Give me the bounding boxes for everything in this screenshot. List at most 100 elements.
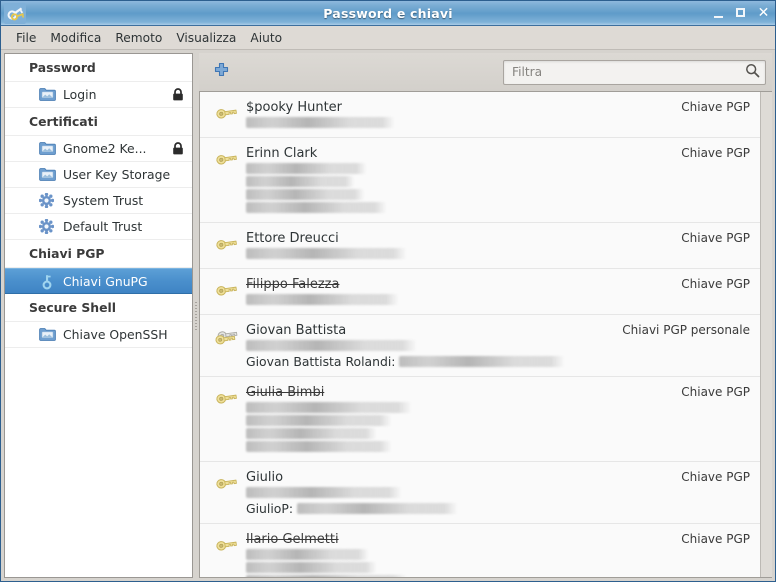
sidebar-item-label: System Trust: [63, 193, 144, 208]
lock-icon: [172, 88, 184, 101]
sidebar-item-login[interactable]: Login: [5, 82, 192, 108]
key-uid-label: Giovan Battista Rolandi:: [246, 353, 396, 369]
redacted-text-line: [246, 294, 398, 305]
redacted-text-line: [246, 340, 416, 351]
redacted-text-line: [246, 415, 391, 426]
key-name: Giulio: [246, 470, 284, 485]
vertical-scrollbar[interactable]: [760, 92, 772, 577]
sidebar-group-header: Chiavi PGP: [5, 240, 192, 268]
plus-icon: [213, 62, 230, 82]
key-icon: [212, 276, 242, 307]
sidebar-item-label: Chiave OpenSSH: [63, 327, 168, 342]
key-icon: [212, 531, 242, 577]
key-list-container: $pooky Hunter Chiave PGP Erinn Clark Chiave…: [199, 91, 772, 578]
title-bar: Password e chiavi ✕: [1, 1, 775, 26]
key-type-label: Chiave PGP: [681, 100, 750, 114]
key-uid-labeled-line: GiulioP:: [246, 500, 667, 516]
key-list-row[interactable]: Ilario Gelmetti Chiave PGP: [200, 524, 760, 577]
redacted-text-line: [246, 248, 406, 259]
key-uid-redacted-lines: [246, 340, 608, 351]
key-row-body: $pooky Hunter: [242, 99, 667, 130]
main-panel: $pooky Hunter Chiave PGP Erinn Clark Chiave…: [199, 53, 772, 578]
key-list-row[interactable]: Erinn Clark Chiave PGP: [200, 138, 760, 223]
menu-bar: File Modifica Remoto Visualizza Aiuto: [1, 26, 775, 50]
key-list-row[interactable]: Giulio GiulioP: Chiave PGP: [200, 462, 760, 524]
key-uid-label: GiulioP:: [246, 500, 294, 516]
redacted-text-line: [246, 428, 376, 439]
search-icon: [745, 63, 760, 81]
key-list: $pooky Hunter Chiave PGP Erinn Clark Chiave…: [200, 92, 760, 577]
key-row-body: Ilario Gelmetti: [242, 531, 667, 577]
redacted-text-line: [246, 117, 394, 128]
redacted-text-line: [246, 549, 368, 560]
sidebar-item-label: Gnome2 Ke...: [63, 141, 147, 156]
redacted-text-line: [297, 502, 458, 514]
maximize-icon[interactable]: [735, 7, 748, 20]
sidebar-group-header: Secure Shell: [5, 294, 192, 322]
gear-icon: [38, 218, 56, 235]
key-name: Giulia Bimbi: [246, 385, 325, 400]
toolbar: [199, 53, 772, 91]
sidebar-item-gnome2-ke[interactable]: Gnome2 Ke...: [5, 136, 192, 162]
sidebar-item-user-key-storage[interactable]: User Key Storage: [5, 162, 192, 188]
sidebar-item-chiave-openssh[interactable]: Chiave OpenSSH: [5, 322, 192, 348]
key-name: Erinn Clark: [246, 146, 318, 161]
folder-icon: [39, 141, 56, 156]
folder-icon: [39, 87, 56, 102]
key-name: Giovan Battista: [246, 323, 347, 338]
key-list-row[interactable]: Filippo Falezza Chiave PGP: [200, 269, 760, 315]
sidebar-item-label: Default Trust: [63, 219, 143, 234]
key-name: Ettore Dreucci: [246, 231, 339, 246]
key-icon: [212, 230, 242, 261]
key-list-row[interactable]: $pooky Hunter Chiave PGP: [200, 92, 760, 138]
key-list-row[interactable]: Giulia Bimbi Chiave PGP: [200, 377, 760, 462]
sidebar-item-chiavi-gnupg[interactable]: Chiavi GnuPG: [5, 268, 192, 294]
sidebar-item-default-trust[interactable]: Default Trust: [5, 214, 192, 240]
redacted-text-line: [246, 575, 406, 577]
filter-search-box[interactable]: [503, 59, 766, 85]
window-controls: ✕: [713, 1, 770, 26]
key-row-body: Ettore Dreucci: [242, 230, 667, 261]
key-row-body: Erinn Clark: [242, 145, 667, 215]
key-type-label: Chiave PGP: [681, 385, 750, 399]
key-row-body: Giovan Battista Giovan Battista Rolandi:: [242, 322, 608, 369]
key-list-row[interactable]: Ettore Dreucci Chiave PGP: [200, 223, 760, 269]
sidebar-group-header: Certificati: [5, 108, 192, 136]
redacted-text-line: [246, 402, 411, 413]
minimize-icon[interactable]: [713, 7, 726, 20]
sidebar-panel: Password Login Certificati Gnome2 Ke... User…: [4, 53, 193, 578]
sidebar-group-header: Password: [5, 54, 192, 82]
keyring-icon: [4, 2, 26, 24]
window-title: Password e chiavi: [323, 5, 453, 21]
key-row-body: Giulia Bimbi: [242, 384, 667, 454]
key-blue-icon: [39, 274, 56, 289]
sidebar: Password Login Certificati Gnome2 Ke... User…: [4, 53, 193, 578]
redacted-text-line: [246, 487, 401, 498]
key-type-label: Chiave PGP: [681, 470, 750, 484]
key-type-label: Chiave PGP: [681, 146, 750, 160]
lock-icon: [172, 142, 184, 155]
key-uid-labeled-line: Giovan Battista Rolandi:: [246, 353, 608, 369]
sidebar-item-label: Login: [63, 87, 97, 102]
key-icon: [212, 384, 242, 454]
search-input[interactable]: [512, 65, 745, 79]
folder-icon: [39, 167, 56, 182]
redacted-text-line: [246, 441, 391, 452]
key-name: $pooky Hunter: [246, 100, 343, 115]
key-uid-redacted-lines: [246, 163, 667, 213]
key-uid-redacted-lines: [246, 117, 667, 128]
close-icon[interactable]: ✕: [757, 6, 770, 20]
key-type-label: Chiavi PGP personale: [622, 323, 750, 337]
menu-visualizza[interactable]: Visualizza: [169, 29, 243, 47]
key-list-row[interactable]: Giovan Battista Giovan Battista Rolandi: C…: [200, 315, 760, 377]
sidebar-item-label: Chiavi GnuPG: [63, 273, 148, 289]
menu-modifica[interactable]: Modifica: [43, 29, 108, 47]
menu-file[interactable]: File: [9, 29, 43, 47]
redacted-text-line: [246, 562, 376, 573]
sidebar-item-system-trust[interactable]: System Trust: [5, 188, 192, 214]
key-uid-redacted-lines: [246, 402, 667, 452]
menu-remoto[interactable]: Remoto: [108, 29, 169, 47]
add-key-button[interactable]: [207, 59, 235, 85]
key-type-label: Chiave PGP: [681, 277, 750, 291]
menu-aiuto[interactable]: Aiuto: [243, 29, 289, 47]
